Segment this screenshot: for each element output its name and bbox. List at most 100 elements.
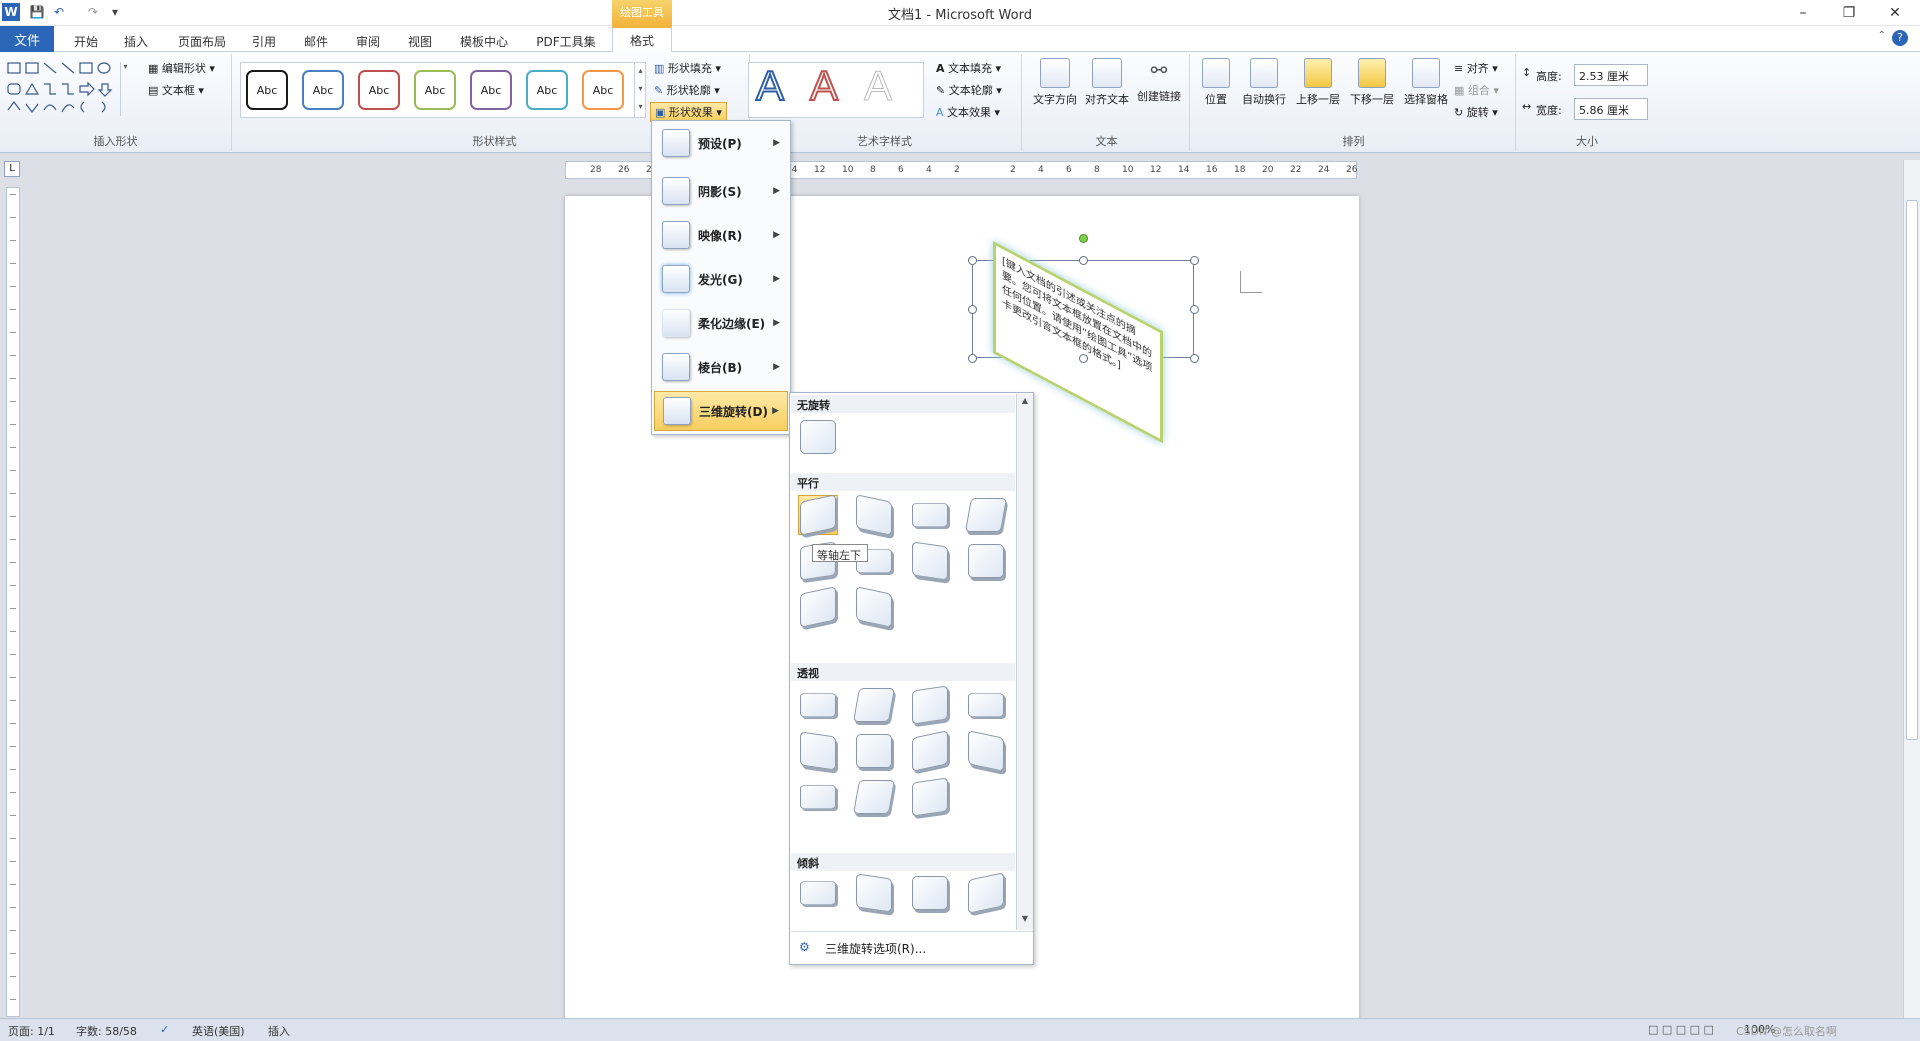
selection-pane-button[interactable]: 选择窗格 [1400, 58, 1452, 107]
resize-handle[interactable] [968, 354, 977, 363]
text-outline-button[interactable]: ✎ 文本轮廓 ▾ [936, 82, 1002, 98]
resize-handle[interactable] [968, 305, 977, 314]
rotation-preset-tile[interactable] [854, 731, 894, 771]
menu-item-bevel[interactable]: 棱台(B) ▶ [654, 347, 788, 387]
menu-item-soft-edges[interactable]: 柔化边缘(E) ▶ [654, 303, 788, 343]
create-link-button[interactable]: ⚯ 创建链接 [1134, 58, 1184, 104]
view-buttons[interactable]: □ □ □ □ □ [1648, 1023, 1714, 1036]
shapes-more-icon[interactable]: ▾ [120, 62, 130, 116]
rotation-preset-tile[interactable] [910, 495, 950, 535]
rotation-preset-tile[interactable] [910, 541, 950, 581]
collapse-ribbon-icon[interactable]: ⌃ [1878, 30, 1886, 41]
rotation-preset-tile[interactable] [966, 730, 1006, 772]
language[interactable]: 英语(美国) [192, 1023, 245, 1039]
tab-selector-icon[interactable]: L [4, 161, 20, 177]
word-count[interactable]: 字数: 58/58 [76, 1023, 137, 1039]
resize-handle[interactable] [1190, 305, 1199, 314]
style-swatch-2[interactable]: Abc [302, 70, 344, 110]
style-swatch-4[interactable]: Abc [414, 70, 456, 110]
rotation-preset-tile[interactable] [798, 417, 838, 457]
rotation-preset-tile[interactable] [854, 873, 894, 913]
gallery-scrollbar[interactable]: ▲ ▼ [1016, 394, 1033, 930]
rotation-preset-tile[interactable] [910, 730, 950, 772]
tab-mailings[interactable]: 邮件 [294, 30, 338, 52]
tab-pdf[interactable]: PDF工具集 [528, 30, 604, 52]
resize-handle[interactable] [968, 256, 977, 265]
rotation-preset-tile[interactable] [798, 685, 838, 725]
insert-mode[interactable]: 插入 [268, 1023, 290, 1039]
send-backward-button[interactable]: 下移一层 [1346, 58, 1398, 107]
style-swatch-7[interactable]: Abc [582, 70, 624, 110]
rotation-preset-tile[interactable] [910, 777, 950, 817]
tab-templates[interactable]: 模板中心 [452, 30, 516, 52]
shape-effects-button[interactable]: ▣ 形状效果 ▾ [650, 102, 727, 122]
style-swatch-5[interactable]: Abc [470, 70, 512, 110]
align-text-button[interactable]: 对齐文本 [1082, 58, 1132, 107]
width-input[interactable]: 5.86 厘米 [1574, 98, 1648, 120]
rotation-preset-tile[interactable] [966, 872, 1006, 914]
rotation-preset-tile[interactable] [854, 586, 894, 628]
rotation-preset-tile[interactable] [853, 685, 895, 725]
rotate-button[interactable]: ↻ 旋转 ▾ [1454, 104, 1498, 120]
tab-references[interactable]: 引用 [242, 30, 286, 52]
align-button[interactable]: ≡ 对齐 ▾ [1454, 60, 1498, 76]
help-icon[interactable]: ? [1892, 30, 1908, 46]
tab-file[interactable]: 文件 [0, 26, 54, 52]
scroll-down-icon[interactable]: ▼ [1019, 914, 1031, 926]
rotation-preset-tile[interactable] [910, 873, 950, 913]
rotation-preset-tile[interactable] [966, 541, 1006, 581]
rotation-handle[interactable] [1079, 234, 1088, 243]
wordart-style-1[interactable]: A [755, 61, 785, 110]
height-input[interactable]: 2.53 厘米 [1574, 64, 1648, 86]
vertical-scrollbar[interactable] [1903, 160, 1920, 1020]
wrap-text-button[interactable]: 自动换行 [1238, 58, 1290, 107]
3d-rotation-options[interactable]: ⚙ 三维旋转选项(R)... [791, 931, 1033, 965]
tab-view[interactable]: 视图 [398, 30, 442, 52]
rotation-preset-tile[interactable] [798, 873, 838, 913]
tab-layout[interactable]: 页面布局 [170, 30, 234, 52]
menu-item-shadow[interactable]: 阴影(S) ▶ [654, 171, 788, 211]
rotation-preset-tile[interactable] [798, 777, 838, 817]
scrollbar-thumb[interactable] [1906, 200, 1918, 740]
style-swatch-3[interactable]: Abc [358, 70, 400, 110]
rotation-preset-tile[interactable] [798, 494, 838, 536]
tab-format[interactable]: 格式 [612, 26, 672, 53]
shape-outline-button[interactable]: ✎ 形状轮廓 ▾ [654, 82, 720, 98]
minimize-button[interactable]: – [1780, 0, 1826, 26]
tab-home[interactable]: 开始 [64, 30, 108, 52]
menu-item-preset[interactable]: 预设(P) ▶ [654, 123, 788, 163]
resize-handle[interactable] [1079, 256, 1088, 265]
menu-item-3d-rotation[interactable]: 三维旋转(D) ▶ [654, 391, 788, 431]
group-button[interactable]: ▦ 组合 ▾ [1454, 82, 1499, 98]
resize-handle[interactable] [1079, 354, 1088, 363]
rotation-preset-tile[interactable] [798, 586, 838, 628]
close-button[interactable]: ✕ [1872, 0, 1918, 26]
rotation-preset-tile[interactable] [798, 731, 838, 771]
style-swatch-1[interactable]: Abc [246, 70, 288, 110]
scroll-up-icon[interactable]: ▲ [1019, 396, 1031, 408]
text-box-button[interactable]: ▤ 文本框 ▾ [148, 82, 204, 98]
bring-forward-button[interactable]: 上移一层 [1292, 58, 1344, 107]
page-count[interactable]: 页面: 1/1 [8, 1023, 55, 1039]
tab-insert[interactable]: 插入 [114, 30, 158, 52]
resize-handle[interactable] [1190, 354, 1199, 363]
resize-handle[interactable] [1190, 256, 1199, 265]
rotation-preset-tile[interactable] [853, 777, 895, 817]
rotation-preset-tile[interactable] [854, 494, 894, 536]
style-swatch-6[interactable]: Abc [526, 70, 568, 110]
shapes-gallery[interactable] [6, 60, 138, 116]
rotation-preset-tile[interactable] [910, 685, 950, 725]
text-fill-button[interactable]: A 文本填充 ▾ [936, 60, 1001, 76]
wordart-style-2[interactable]: A [809, 61, 839, 110]
edit-shape-button[interactable]: ▦ 编辑形状 ▾ [148, 60, 215, 76]
menu-item-reflection[interactable]: 映像(R) ▶ [654, 215, 788, 255]
rotation-preset-tile[interactable] [966, 685, 1006, 725]
text-box-selection[interactable]: [键入文档的引述或关注点的摘要。您可将文本框放置在文档中的任何位置。请使用“绘图… [968, 234, 1199, 444]
menu-item-glow[interactable]: 发光(G) ▶ [654, 259, 788, 299]
shape-fill-button[interactable]: ▥ 形状填充 ▾ [654, 60, 721, 76]
restore-button[interactable]: ❐ [1826, 0, 1872, 26]
tab-review[interactable]: 审阅 [346, 30, 390, 52]
text-effects-button[interactable]: A 文本效果 ▾ [936, 104, 1000, 120]
wordart-style-3[interactable]: A [863, 62, 892, 110]
proofing-icon[interactable]: ✓ [160, 1023, 169, 1036]
